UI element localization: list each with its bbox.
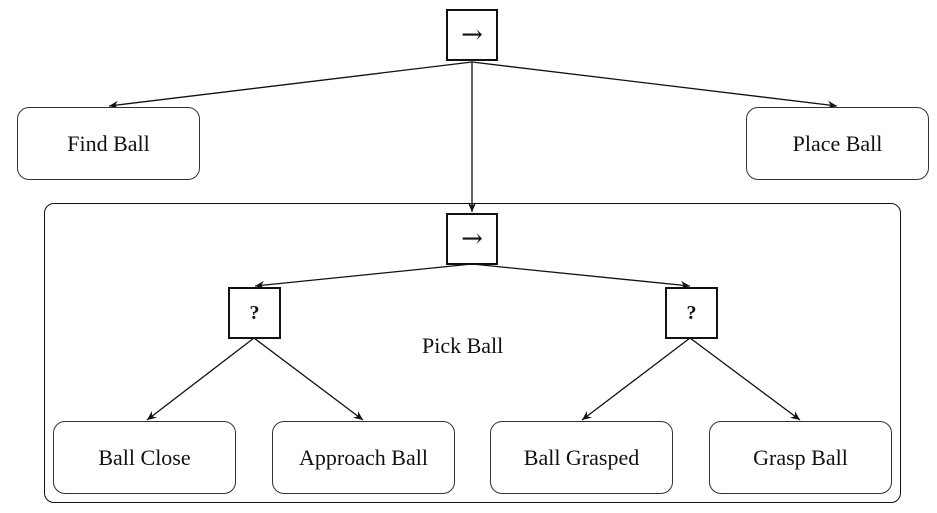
leaf-label: Approach Ball <box>299 444 428 470</box>
condition-ball-close: Ball Close <box>53 421 236 494</box>
sequence-arrow-icon: → <box>461 224 483 254</box>
action-place-ball: Place Ball <box>746 107 929 180</box>
leaf-label: Grasp Ball <box>753 444 848 470</box>
action-label: Place Ball <box>792 130 883 156</box>
fallback-question-icon: ? <box>249 302 260 324</box>
edge-root-to-find-ball <box>108 61 473 110</box>
fallback-question-icon: ? <box>686 302 697 324</box>
leaf-label: Ball Close <box>98 444 191 470</box>
edge-root-to-place-ball <box>471 61 838 110</box>
subtree-sequence-node: → <box>446 213 498 265</box>
leaf-label: Ball Grasped <box>523 444 640 470</box>
fallback-node-right: ? <box>665 287 718 339</box>
subtree-label: Pick Ball <box>422 333 504 358</box>
action-approach-ball: Approach Ball <box>272 421 455 494</box>
fallback-node-left: ? <box>228 287 281 339</box>
root-sequence-node: → <box>446 9 498 61</box>
action-grasp-ball: Grasp Ball <box>709 421 892 494</box>
condition-ball-grasped: Ball Grasped <box>490 421 673 494</box>
action-find-ball: Find Ball <box>17 107 200 180</box>
action-label: Find Ball <box>67 130 150 156</box>
sequence-arrow-icon: → <box>461 20 483 50</box>
